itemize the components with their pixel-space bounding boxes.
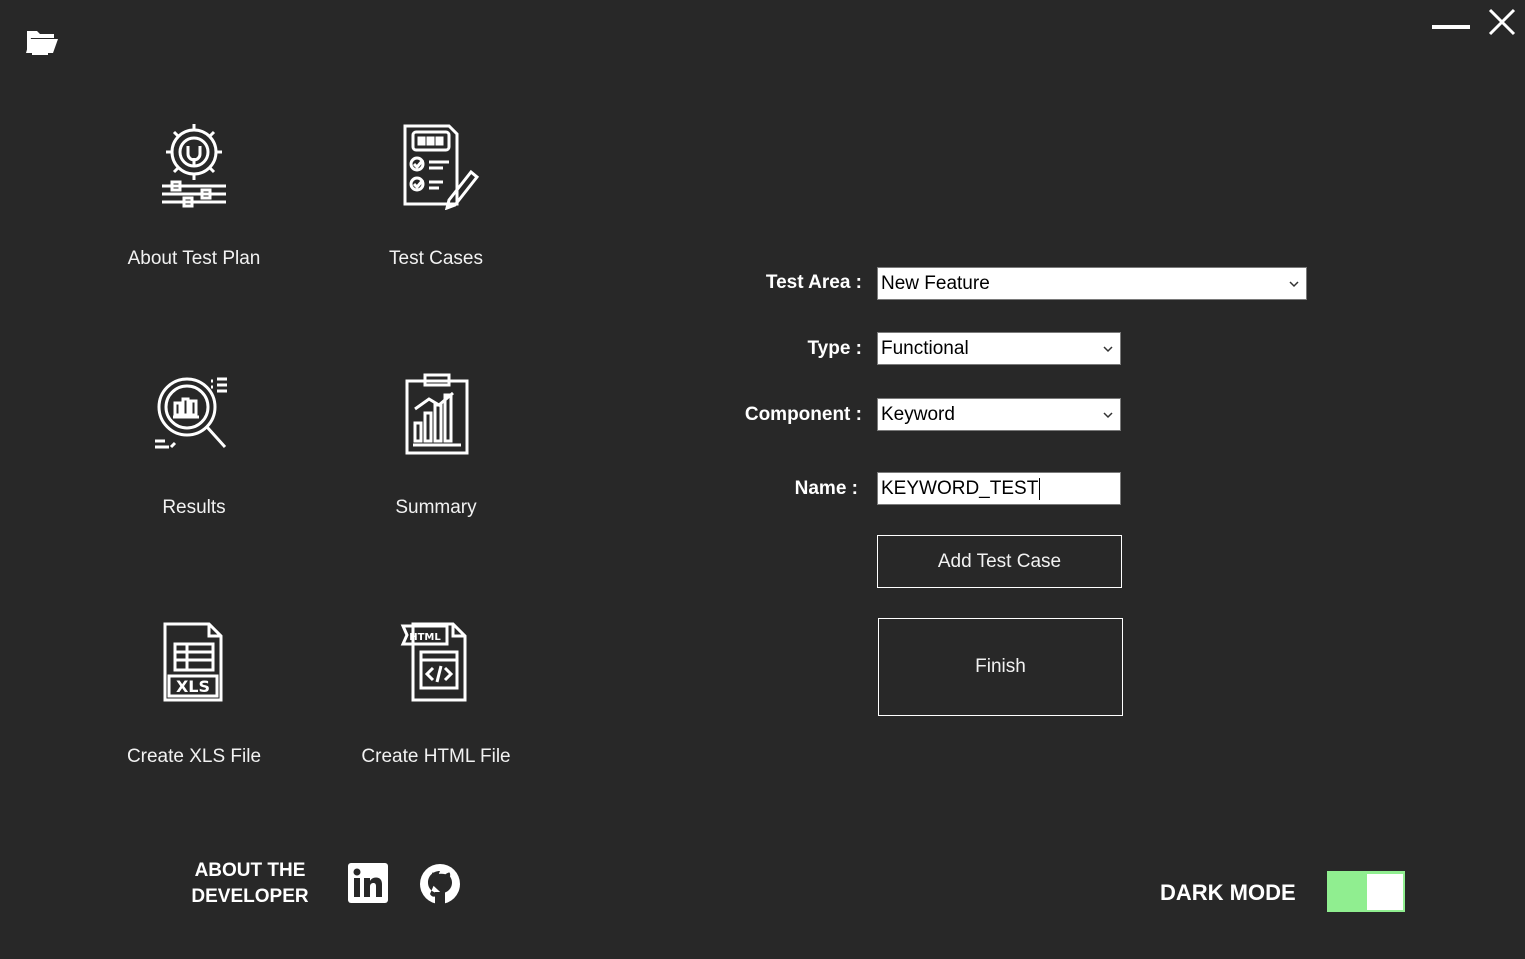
component-value: Keyword [881,404,955,425]
test-area-value: New Feature [881,273,990,294]
about-line-2: DEVELOPER [191,886,309,907]
html-file-icon: HTML [400,622,467,702]
linkedin-button[interactable] [347,862,389,904]
test-cases-button[interactable]: Test Cases [336,120,536,320]
tile-label: Results [162,497,226,518]
checklist-document-pen-icon [403,124,480,210]
dark-mode-label: DARK MODE [1160,880,1296,905]
tile-label: Create XLS File [126,746,262,767]
tile-label: Test Cases [389,248,483,269]
about-developer-label: ABOUT THE DEVELOPER [180,858,320,910]
close-icon [1488,8,1516,36]
tile-label: Create HTML File [361,746,511,767]
type-value: Functional [881,338,969,359]
about-line-1: ABOUT THE [194,860,306,881]
chevron-down-icon [1103,412,1113,419]
chevron-down-icon [1289,281,1299,288]
xls-file-icon: XLS [163,622,223,702]
about-test-plan-button[interactable]: About Test Plan [94,120,294,320]
component-select[interactable]: Keyword [877,398,1121,431]
dark-mode-toggle[interactable] [1327,871,1405,912]
create-html-file-button[interactable]: HTML Create HTML File [336,618,536,818]
add-test-case-button[interactable]: Add Test Case [877,535,1122,588]
tile-label: About Test Plan [127,248,261,269]
minimize-icon [1432,25,1470,29]
settings-gear-sliders-icon [162,124,226,208]
linkedin-icon [348,863,388,903]
toggle-knob [1367,874,1403,910]
folder-open-icon [26,31,58,55]
test-area-label: Test Area : [765,272,862,293]
github-icon [420,864,460,906]
type-select[interactable]: Functional [877,332,1121,365]
create-xls-file-button[interactable]: XLS Create XLS File [94,618,294,818]
summary-button[interactable]: Summary [336,369,536,569]
type-label: Type : [807,338,862,359]
svg-text:HTML: HTML [409,632,441,643]
test-area-select[interactable]: New Feature [877,267,1307,300]
magnifier-chart-icon [155,377,227,449]
tile-label: Summary [395,497,477,518]
minimize-button[interactable] [1430,14,1474,42]
close-button[interactable] [1486,6,1520,40]
github-button[interactable] [418,862,462,906]
finish-button[interactable]: Finish [878,618,1123,716]
clipboard-bar-chart-icon [405,373,469,455]
text-caret [1039,477,1041,500]
name-value: KEYWORD_TEST [881,478,1039,499]
open-folder-button[interactable] [22,22,60,58]
chevron-down-icon [1103,346,1113,353]
name-label: Name : [794,478,858,499]
component-label: Component : [744,404,862,425]
name-input[interactable]: KEYWORD_TEST [877,472,1121,505]
svg-text:XLS: XLS [176,677,210,696]
results-button[interactable]: Results [94,369,294,569]
